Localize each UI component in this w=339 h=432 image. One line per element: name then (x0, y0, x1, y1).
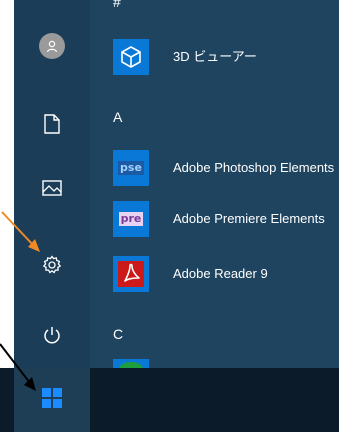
document-icon (44, 114, 60, 134)
section-header-hash[interactable]: # (113, 0, 121, 10)
app-label-adobe-reader: Adobe Reader 9 (173, 266, 268, 281)
documents-button[interactable] (14, 96, 90, 152)
gear-icon (42, 255, 62, 275)
app-label-3d-viewer: 3D ビューアー (173, 49, 257, 64)
premiere-elements-icon: pre (113, 201, 149, 237)
app-item-3d-viewer[interactable]: 3D ビューアー (90, 36, 339, 78)
user-account-button[interactable] (14, 18, 90, 74)
app-label-premiere-elements: Adobe Premiere Elements (173, 211, 325, 226)
acrobat-icon (113, 256, 149, 292)
app-tile-partial[interactable] (113, 359, 149, 368)
photoshop-elements-icon: pse (113, 150, 149, 186)
start-sidebar (14, 0, 90, 368)
picture-icon (42, 180, 62, 196)
user-avatar-icon (39, 33, 65, 59)
app-item-adobe-reader[interactable]: Adobe Reader 9 (90, 253, 339, 295)
cube-icon (113, 39, 149, 75)
settings-pointer-arrow (1, 211, 40, 252)
taskbar (0, 368, 339, 432)
app-item-photoshop-elements[interactable]: pse Adobe Photoshop Elements (90, 147, 339, 189)
power-icon (43, 326, 61, 344)
windows-logo-icon (42, 388, 62, 412)
screenshot: # 3D ビューアー A pse Adobe Photoshop Element… (0, 0, 339, 432)
app-label-photoshop-elements: Adobe Photoshop Elements (173, 160, 335, 175)
start-pointer-arrow (0, 343, 36, 391)
app-item-premiere-elements[interactable]: pre Adobe Premiere Elements (90, 198, 339, 240)
section-header-c[interactable]: C (113, 326, 123, 342)
start-menu: # 3D ビューアー A pse Adobe Photoshop Element… (14, 0, 339, 368)
section-header-a[interactable]: A (113, 109, 122, 125)
